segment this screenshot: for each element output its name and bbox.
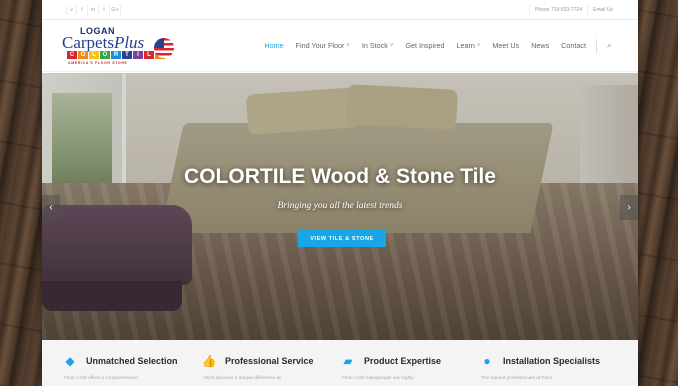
nav-item-label: Home <box>264 41 284 50</box>
linkedin-icon[interactable]: in <box>88 4 99 15</box>
social-links: v f in t G+ <box>66 4 121 15</box>
nav-item-home[interactable]: Home <box>258 41 289 50</box>
view-tile-stone-button[interactable]: VIEW TILE & STONE <box>298 230 386 247</box>
feature-description: Floor Craft salespeople are highly <box>342 376 414 381</box>
logo-colortile: COLORTILE <box>67 50 165 59</box>
features-strip: ◆ Unmatched Selection Floor Craft offers a… <box>42 340 638 386</box>
feature-heading: ◆ Unmatched Selection <box>62 354 201 368</box>
tag-icon: ◆ <box>65 354 75 368</box>
nav-item-news[interactable]: News <box>525 41 555 50</box>
feature-title: Installation Specialists <box>503 356 601 366</box>
logo-tagline: AMERICA'S FLOOR STORE <box>68 60 128 65</box>
chevron-down-icon: ˅ <box>389 42 394 49</box>
nav-item-find-your-floor[interactable]: Find Your Floor ˅ <box>290 41 356 50</box>
logo-colortile-letter: L <box>144 50 154 59</box>
logo-colortile-letter: C <box>67 50 77 59</box>
feature-heading: ▰ Product Expertise <box>340 354 479 368</box>
book-icon: ▰ <box>343 354 353 368</box>
chevron-down-icon: ˅ <box>476 42 481 49</box>
feature-installation-specialists: ● Installation Specialists The trained pro… <box>479 340 618 386</box>
feature-description: Floor Craft offers a comprehensive <box>64 376 138 381</box>
search-icon[interactable]: ⌕ <box>607 40 612 51</box>
hero-title: COLORTILE Wood & Stone Tile <box>184 165 496 188</box>
site-logo[interactable]: LOGAN CarpetsPlus COLORTILE AMERICA'S FL… <box>62 24 174 68</box>
vimeo-icon[interactable]: v <box>66 4 77 15</box>
feature-description: You'll discover a unique difference at <box>203 376 281 381</box>
thumbs-up-icon: 👍 <box>201 354 217 368</box>
nav-item-label: News <box>531 41 550 50</box>
feature-heading: 👍 Professional Service <box>201 354 340 368</box>
slider-prev-icon[interactable]: ‹ <box>42 195 60 220</box>
slider-next-icon[interactable]: › <box>620 195 638 220</box>
logo-colortile-letter: O <box>100 50 110 59</box>
nav-item-label: Get Inspired <box>405 41 445 50</box>
hero-subtitle: Bringing you all the latest trends <box>277 201 403 211</box>
feature-product-expertise: ▰ Product Expertise Floor Craft salespeopl… <box>340 340 479 386</box>
nav-item-label: Contact <box>561 41 586 50</box>
nav-item-learn[interactable]: Learn ˅ <box>451 41 487 50</box>
logo-colortile-letter: I <box>133 50 143 59</box>
tumblr-icon[interactable]: t <box>99 4 110 15</box>
google-plus-icon[interactable]: G+ <box>110 4 121 15</box>
logo-colortile-letter: R <box>111 50 121 59</box>
feature-title: Product Expertise <box>364 356 442 366</box>
hero-slider: COLORTILE Wood & Stone Tile Bringing you… <box>42 73 638 340</box>
feature-professional-service: 👍 Professional Service You'll discover a u… <box>201 340 340 386</box>
nav-item-get-inspired[interactable]: Get Inspired <box>399 41 450 50</box>
nav-item-label: Meet Us <box>492 41 520 50</box>
nav-item-label: Learn <box>456 41 475 50</box>
nav-item-in-stock[interactable]: In Stock ˅ <box>356 41 399 50</box>
user-icon: ● <box>483 354 491 368</box>
facebook-icon[interactable]: f <box>77 4 88 15</box>
logo-carpets-plus: CarpetsPlus <box>62 32 145 52</box>
page-frame: v f in t G+ Phone 719-633-7724 Email Us … <box>42 0 638 386</box>
chevron-down-icon: ˅ <box>346 42 350 49</box>
feature-description: The trained professionals at Floor <box>481 376 553 381</box>
nav-item-contact[interactable]: Contact <box>555 41 592 50</box>
email-link[interactable]: Email Us <box>586 4 618 15</box>
feature-title: Unmatched Selection <box>86 356 178 366</box>
feature-unmatched-selection: ◆ Unmatched Selection Floor Craft offers a… <box>62 340 201 386</box>
top-bar: v f in t G+ Phone 719-633-7724 Email Us <box>42 0 638 20</box>
feature-heading: ● Installation Specialists <box>479 354 618 368</box>
phone-number[interactable]: Phone 719-633-7724 <box>528 4 587 15</box>
flag-icon <box>154 37 174 58</box>
nav-divider <box>595 38 597 53</box>
feature-title: Professional Service <box>225 356 314 366</box>
site-header: LOGAN CarpetsPlus COLORTILE AMERICA'S FL… <box>42 20 638 72</box>
main-nav: Home Find Your Floor ˅ In Stock ˅ Get Inspire… <box>258 38 612 53</box>
logo-colortile-letter: T <box>122 50 132 59</box>
nav-item-label: In Stock <box>361 41 388 50</box>
logo-colortile-letter: O <box>78 50 88 59</box>
top-contact: Phone 719-633-7724 Email Us <box>528 4 618 15</box>
logo-colortile-letter: L <box>89 50 99 59</box>
nav-item-meet-us[interactable]: Meet Us <box>486 41 525 50</box>
nav-item-label: Find Your Floor <box>295 41 345 50</box>
